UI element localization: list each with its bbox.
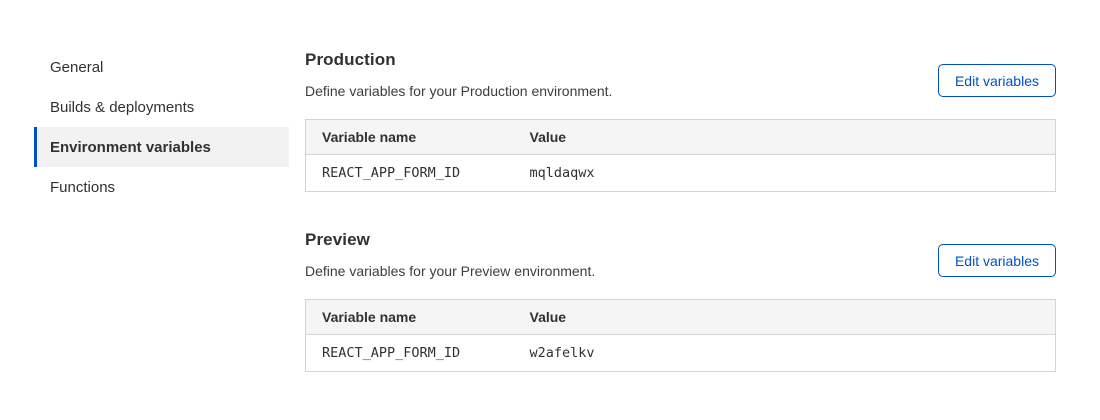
sidebar-item-general[interactable]: General — [34, 47, 289, 87]
section-title-production: Production — [305, 50, 612, 70]
column-header-value: Value — [514, 120, 1056, 155]
sidebar-item-label: Environment variables — [50, 139, 211, 156]
settings-content: Production Define variables for your Pro… — [305, 47, 1056, 372]
production-section-heading-group: Production Define variables for your Pro… — [305, 47, 612, 99]
section-description-preview: Define variables for your Preview enviro… — [305, 263, 595, 279]
sidebar-item-label: Functions — [50, 179, 115, 196]
edit-variables-button-production[interactable]: Edit variables — [938, 64, 1056, 97]
sidebar-item-label: Builds & deployments — [50, 99, 194, 116]
column-header-variable-name: Variable name — [306, 120, 514, 155]
variable-name-cell: REACT_APP_FORM_ID — [306, 335, 514, 372]
production-section-header: Production Define variables for your Pro… — [305, 47, 1056, 99]
sidebar-item-builds-deployments[interactable]: Builds & deployments — [34, 87, 289, 127]
section-description-production: Define variables for your Production env… — [305, 83, 612, 99]
edit-variables-button-preview[interactable]: Edit variables — [938, 244, 1056, 277]
settings-sidebar: General Builds & deployments Environment… — [34, 47, 289, 372]
table-row: REACT_APP_FORM_ID mqldaqwx — [306, 155, 1056, 192]
variable-name-cell: REACT_APP_FORM_ID — [306, 155, 514, 192]
sidebar-item-environment-variables[interactable]: Environment variables — [34, 127, 289, 167]
settings-page: General Builds & deployments Environment… — [0, 0, 1100, 372]
variable-value-cell: mqldaqwx — [514, 155, 1056, 192]
table-header-row: Variable name Value — [306, 120, 1056, 155]
table-row: REACT_APP_FORM_ID w2afelkv — [306, 335, 1056, 372]
sidebar-item-label: General — [50, 59, 103, 76]
sidebar-item-functions[interactable]: Functions — [34, 167, 289, 207]
production-section: Production Define variables for your Pro… — [305, 47, 1056, 192]
preview-variables-table: Variable name Value REACT_APP_FORM_ID w2… — [305, 299, 1056, 372]
column-header-value: Value — [514, 300, 1056, 335]
section-title-preview: Preview — [305, 230, 595, 250]
table-header-row: Variable name Value — [306, 300, 1056, 335]
preview-section: Preview Define variables for your Previe… — [305, 227, 1056, 372]
variable-value-cell: w2afelkv — [514, 335, 1056, 372]
preview-section-heading-group: Preview Define variables for your Previe… — [305, 227, 595, 279]
production-variables-table: Variable name Value REACT_APP_FORM_ID mq… — [305, 119, 1056, 192]
preview-section-header: Preview Define variables for your Previe… — [305, 227, 1056, 279]
column-header-variable-name: Variable name — [306, 300, 514, 335]
